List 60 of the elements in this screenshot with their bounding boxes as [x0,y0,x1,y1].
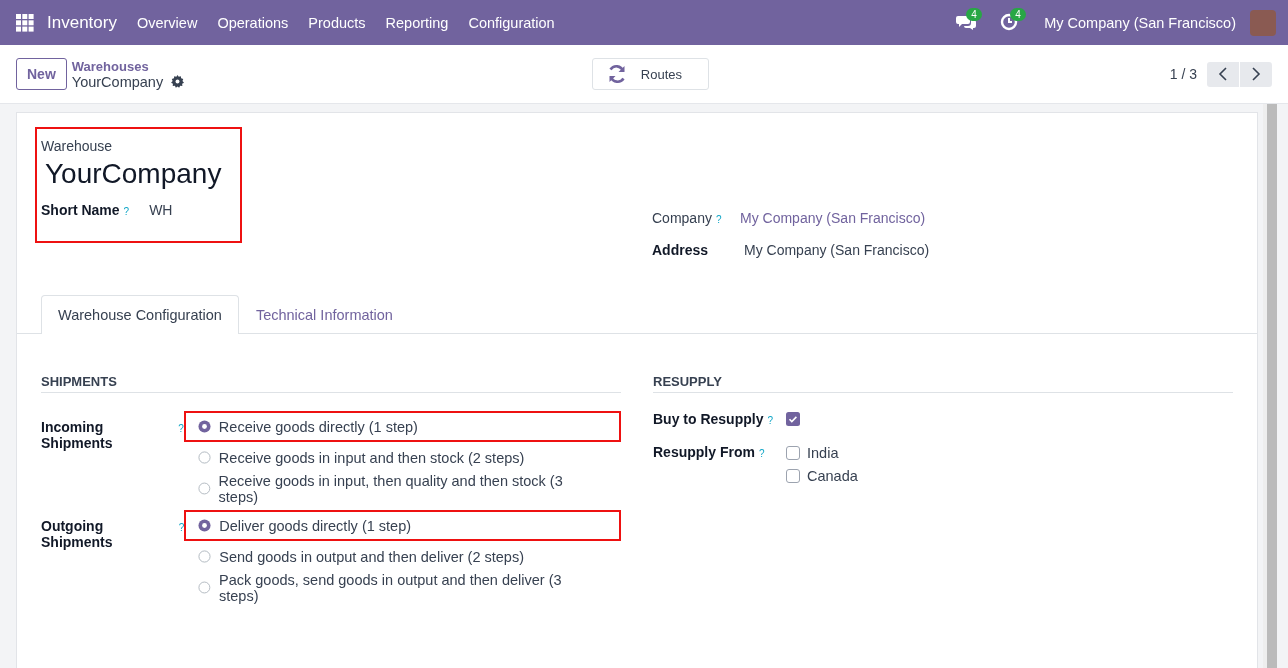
radio-button[interactable] [197,451,211,464]
menu-item[interactable]: Configuration [468,14,555,31]
field-label: Warehouse [41,138,114,154]
pager-counter: 1 / 3 [1169,66,1197,82]
chevron-right-icon [1251,67,1261,81]
previous-button[interactable] [1207,61,1239,87]
field-label: Incoming Shipments [41,419,114,451]
field-label: Buy to Resupply [653,411,764,427]
help-tooltip-mark[interactable]: ? [715,214,722,225]
breadcrumb-link[interactable]: Warehouses [71,58,592,74]
company-switcher[interactable]: My Company (San Francisco) [1044,14,1236,31]
section-heading: RESUPPLY [653,374,1233,393]
checkbox-label[interactable]: Canada [807,467,858,484]
field-label: Outgoing Shipments [41,518,114,550]
radio-option[interactable]: Receive goods in input and then stock (2 steps) [183,442,621,473]
menu-item[interactable]: Products [308,14,366,31]
menu-item[interactable]: Operations [217,14,289,31]
menu-item[interactable]: Reporting [385,14,449,31]
field-label: Resupply From [653,444,755,460]
radio-option[interactable]: Deliver goods directly (1 step) [184,510,621,541]
radio-option[interactable]: Pack goods, send goods in output and then deliver (3 steps) [184,572,621,603]
checkbox-label[interactable]: India [807,444,839,461]
checkbox[interactable] [786,468,800,483]
tab[interactable]: Warehouse Configuration [41,295,239,334]
checkbox[interactable] [786,412,800,426]
field-label: Short Name [41,202,120,218]
warehouse-name-field[interactable]: YourCompany [45,158,236,190]
settings-icon[interactable] [171,75,185,88]
help-tooltip-mark[interactable]: ? [123,206,130,217]
message-count-badge: 4 [966,7,982,21]
checkbox[interactable] [786,445,800,460]
app-name[interactable]: Inventory [47,12,117,33]
routes-button[interactable]: Routes [591,58,709,90]
radio-button[interactable] [197,420,211,433]
help-tooltip-mark[interactable]: ? [758,448,765,459]
help-tooltip-mark[interactable]: ? [178,522,185,533]
help-tooltip-mark[interactable]: ? [178,423,184,434]
menu-item[interactable]: Overview [136,14,198,31]
radio-option[interactable]: Send goods in output and then deliver (2 steps) [184,541,621,572]
help-tooltip-mark[interactable]: ? [767,415,774,426]
field-label: Company [652,210,712,226]
radio-button[interactable] [198,581,211,594]
next-button[interactable] [1240,61,1272,87]
radio-button[interactable] [197,482,211,495]
company-link[interactable]: My Company (San Francisco) [740,210,926,226]
address-value[interactable]: My Company (San Francisco) [744,242,930,258]
radio-option[interactable]: Receive goods in input, then quality and then stock (3 steps) [183,473,621,504]
tab[interactable]: Technical Information [238,295,410,333]
new-button[interactable]: New [16,58,67,90]
radio-option[interactable]: Receive goods directly (1 step) [183,411,621,442]
activity-count-badge: 4 [1010,7,1026,21]
app-grid-icon[interactable] [16,13,34,32]
record-name: YourCompany [71,73,164,90]
radio-button[interactable] [198,550,212,563]
radio-button[interactable] [198,519,212,532]
section-heading: SHIPMENTS [41,374,621,393]
field-label: Address [652,242,709,258]
scrollbar[interactable] [1263,104,1277,668]
short-name-field[interactable]: WH [149,202,173,218]
chevron-left-icon [1218,67,1228,81]
